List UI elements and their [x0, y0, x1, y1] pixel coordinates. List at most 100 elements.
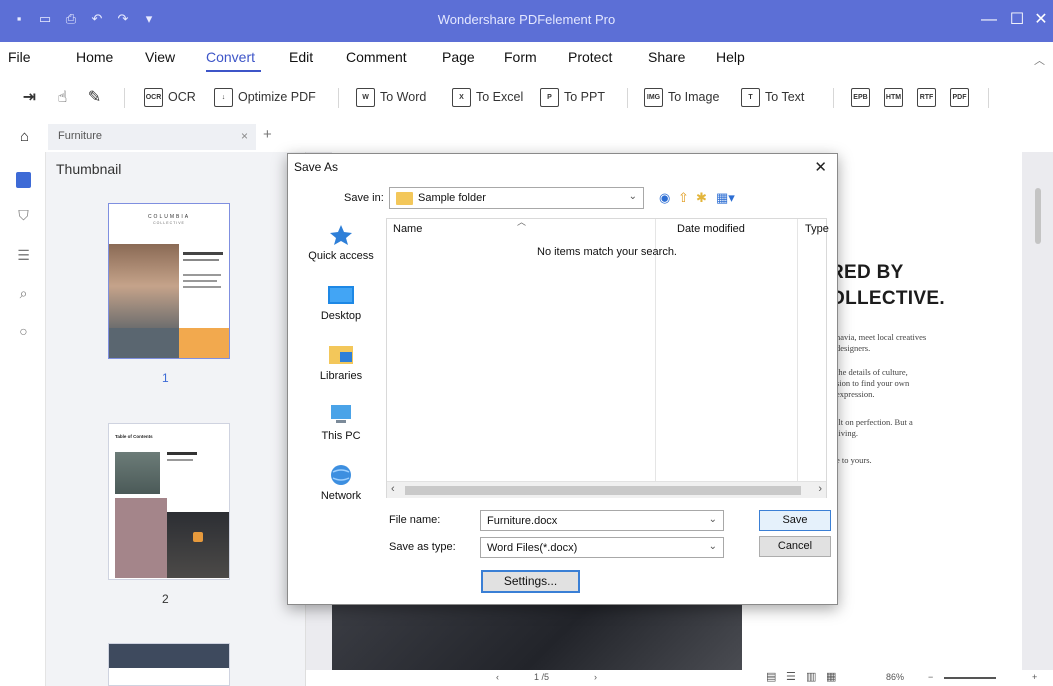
thumb-orange-chair	[193, 532, 203, 542]
to-html-button[interactable]: HTM	[884, 86, 903, 108]
menu-convert[interactable]: Convert	[206, 49, 255, 65]
attachment-icon[interactable]: ⌕	[16, 285, 31, 301]
save-as-type-dropdown[interactable]: Word Files(*.docx) ⌄	[480, 537, 724, 558]
search-icon[interactable]: ○	[16, 323, 31, 339]
dialog-title: Save As	[294, 160, 339, 174]
page-number-1: 1	[162, 371, 169, 385]
menu-home[interactable]: Home	[76, 49, 113, 65]
optimize-pdf-button[interactable]: ↓ Optimize PDF	[214, 86, 316, 108]
place-network[interactable]: Network	[300, 464, 382, 502]
page-indicator[interactable]: 1 /5	[534, 672, 549, 682]
cancel-button[interactable]: Cancel	[759, 536, 831, 557]
place-quick-access[interactable]: Quick access	[300, 224, 382, 262]
close-window-button[interactable]: ✕	[1029, 8, 1053, 32]
file-name-value: Furniture.docx	[487, 515, 558, 527]
page-paragraph: ilt on perfection. But a living.	[836, 417, 913, 439]
file-name-input[interactable]: Furniture.docx ⌄	[480, 510, 724, 531]
network-icon	[331, 465, 351, 485]
zoom-out-icon[interactable]: −	[928, 672, 933, 682]
bookmark-icon[interactable]: ⛉	[16, 207, 31, 223]
to-image-label: To Image	[668, 90, 720, 104]
to-image-button[interactable]: IMG To Image	[644, 86, 719, 108]
hand-tool-button[interactable]: ☝	[53, 86, 72, 108]
page-thumbnail-1[interactable]: COLUMBIA COLLECTIVE	[108, 203, 230, 359]
view-menu-icon[interactable]: ▦▾	[716, 190, 735, 206]
zoom-in-icon[interactable]: +	[1032, 672, 1037, 682]
menu-form[interactable]: Form	[504, 49, 537, 65]
menu-file[interactable]: File	[8, 49, 31, 65]
place-this-pc[interactable]: This PC	[300, 404, 382, 442]
menu-view[interactable]: View	[145, 49, 175, 65]
horizontal-scrollbar[interactable]: ‹ ›	[387, 481, 826, 498]
home-icon[interactable]: ⌂	[20, 128, 29, 145]
hand-icon: ☝	[57, 88, 68, 106]
to-ppt-button[interactable]: P To PPT	[540, 86, 605, 108]
sort-caret-icon: ︿	[517, 217, 527, 227]
page-heading-line-1: RED BY	[830, 262, 904, 283]
scroll-right-icon[interactable]: ›	[818, 483, 822, 495]
thumb-orange-block	[179, 328, 229, 358]
continuous-view-icon[interactable]: ☰	[786, 670, 796, 683]
close-tab-icon[interactable]: ×	[241, 129, 248, 143]
grid-view-icon[interactable]: ▦	[826, 670, 836, 683]
menu-page[interactable]: Page	[442, 49, 475, 65]
edit-tool-button[interactable]: ✎	[85, 86, 104, 108]
maximize-button[interactable]: ☐	[1005, 8, 1029, 32]
page-thumbnail-3[interactable]	[108, 643, 230, 686]
libraries-icon	[329, 346, 353, 364]
chevron-down-icon[interactable]: ⌄	[709, 514, 717, 525]
save-in-dropdown[interactable]: Sample folder ⌄	[389, 187, 644, 209]
scrollbar-thumb[interactable]	[405, 486, 801, 495]
pages-panel-icon[interactable]	[16, 172, 31, 188]
menu-edit[interactable]: Edit	[289, 49, 313, 65]
column-date-modified[interactable]: Date modified	[677, 223, 745, 235]
two-page-view-icon[interactable]: ▥	[806, 670, 816, 683]
thumb-chair-photo	[109, 244, 179, 328]
new-tab-icon[interactable]: +	[263, 126, 272, 143]
place-desktop[interactable]: Desktop	[300, 284, 382, 322]
file-list[interactable]: ︿ Name Date modified Type No items match…	[386, 217, 829, 498]
comment-icon[interactable]: ☰	[16, 247, 31, 263]
to-word-button[interactable]: W To Word	[356, 86, 426, 108]
minimize-button[interactable]: —	[977, 8, 1001, 32]
to-text-button[interactable]: T To Text	[741, 86, 804, 108]
to-pdfa-button[interactable]: PDF	[950, 86, 969, 108]
place-libraries[interactable]: Libraries	[300, 344, 382, 382]
document-tab[interactable]: Furniture ×	[48, 124, 256, 150]
to-ppt-label: To PPT	[564, 90, 605, 104]
menu-help[interactable]: Help	[716, 49, 745, 65]
menu-comment[interactable]: Comment	[346, 49, 407, 65]
document-scrollbar[interactable]	[1035, 188, 1041, 244]
settings-button[interactable]: Settings...	[481, 570, 580, 593]
select-tool-button[interactable]: ⇥	[20, 86, 39, 108]
new-folder-icon[interactable]: ✱	[696, 190, 707, 206]
scroll-left-icon[interactable]: ‹	[391, 483, 395, 495]
optimize-label: Optimize PDF	[238, 90, 316, 104]
column-type[interactable]: Type	[805, 223, 829, 235]
single-page-view-icon[interactable]: ▤	[766, 670, 776, 683]
epub-icon: EPB	[851, 87, 870, 107]
dialog-close-icon[interactable]: ✕	[814, 158, 827, 176]
collapse-ribbon-icon[interactable]: ︿	[1034, 52, 1045, 68]
ribbon-toolbar: ⇥ ☝ ✎ OCR OCR ↓ Optimize PDF W To Word X…	[0, 74, 1053, 122]
zoom-level[interactable]: 86%	[886, 672, 904, 682]
paragraph-line: the details of culture,	[836, 367, 908, 377]
ocr-icon: OCR	[144, 87, 163, 107]
save-button[interactable]: Save	[759, 510, 831, 531]
ocr-label: OCR	[168, 90, 196, 104]
menu-share[interactable]: Share	[648, 49, 685, 65]
document-tab-label: Furniture	[58, 130, 103, 142]
up-folder-icon[interactable]: ⇧	[678, 190, 689, 206]
page-thumbnail-2[interactable]: Table of Contents	[108, 423, 230, 580]
next-page-icon[interactable]: ›	[594, 672, 597, 682]
to-excel-button[interactable]: X To Excel	[452, 86, 523, 108]
to-rtf-button[interactable]: RTF	[917, 86, 936, 108]
prev-page-icon[interactable]: ‹	[496, 672, 499, 682]
to-epub-button[interactable]: EPB	[851, 86, 870, 108]
ocr-button[interactable]: OCR OCR	[144, 86, 196, 108]
menu-protect[interactable]: Protect	[568, 49, 612, 65]
back-icon[interactable]: ◉	[659, 190, 670, 206]
excel-icon: X	[452, 87, 471, 107]
column-name[interactable]: Name	[393, 223, 422, 235]
zoom-slider[interactable]	[944, 677, 996, 679]
